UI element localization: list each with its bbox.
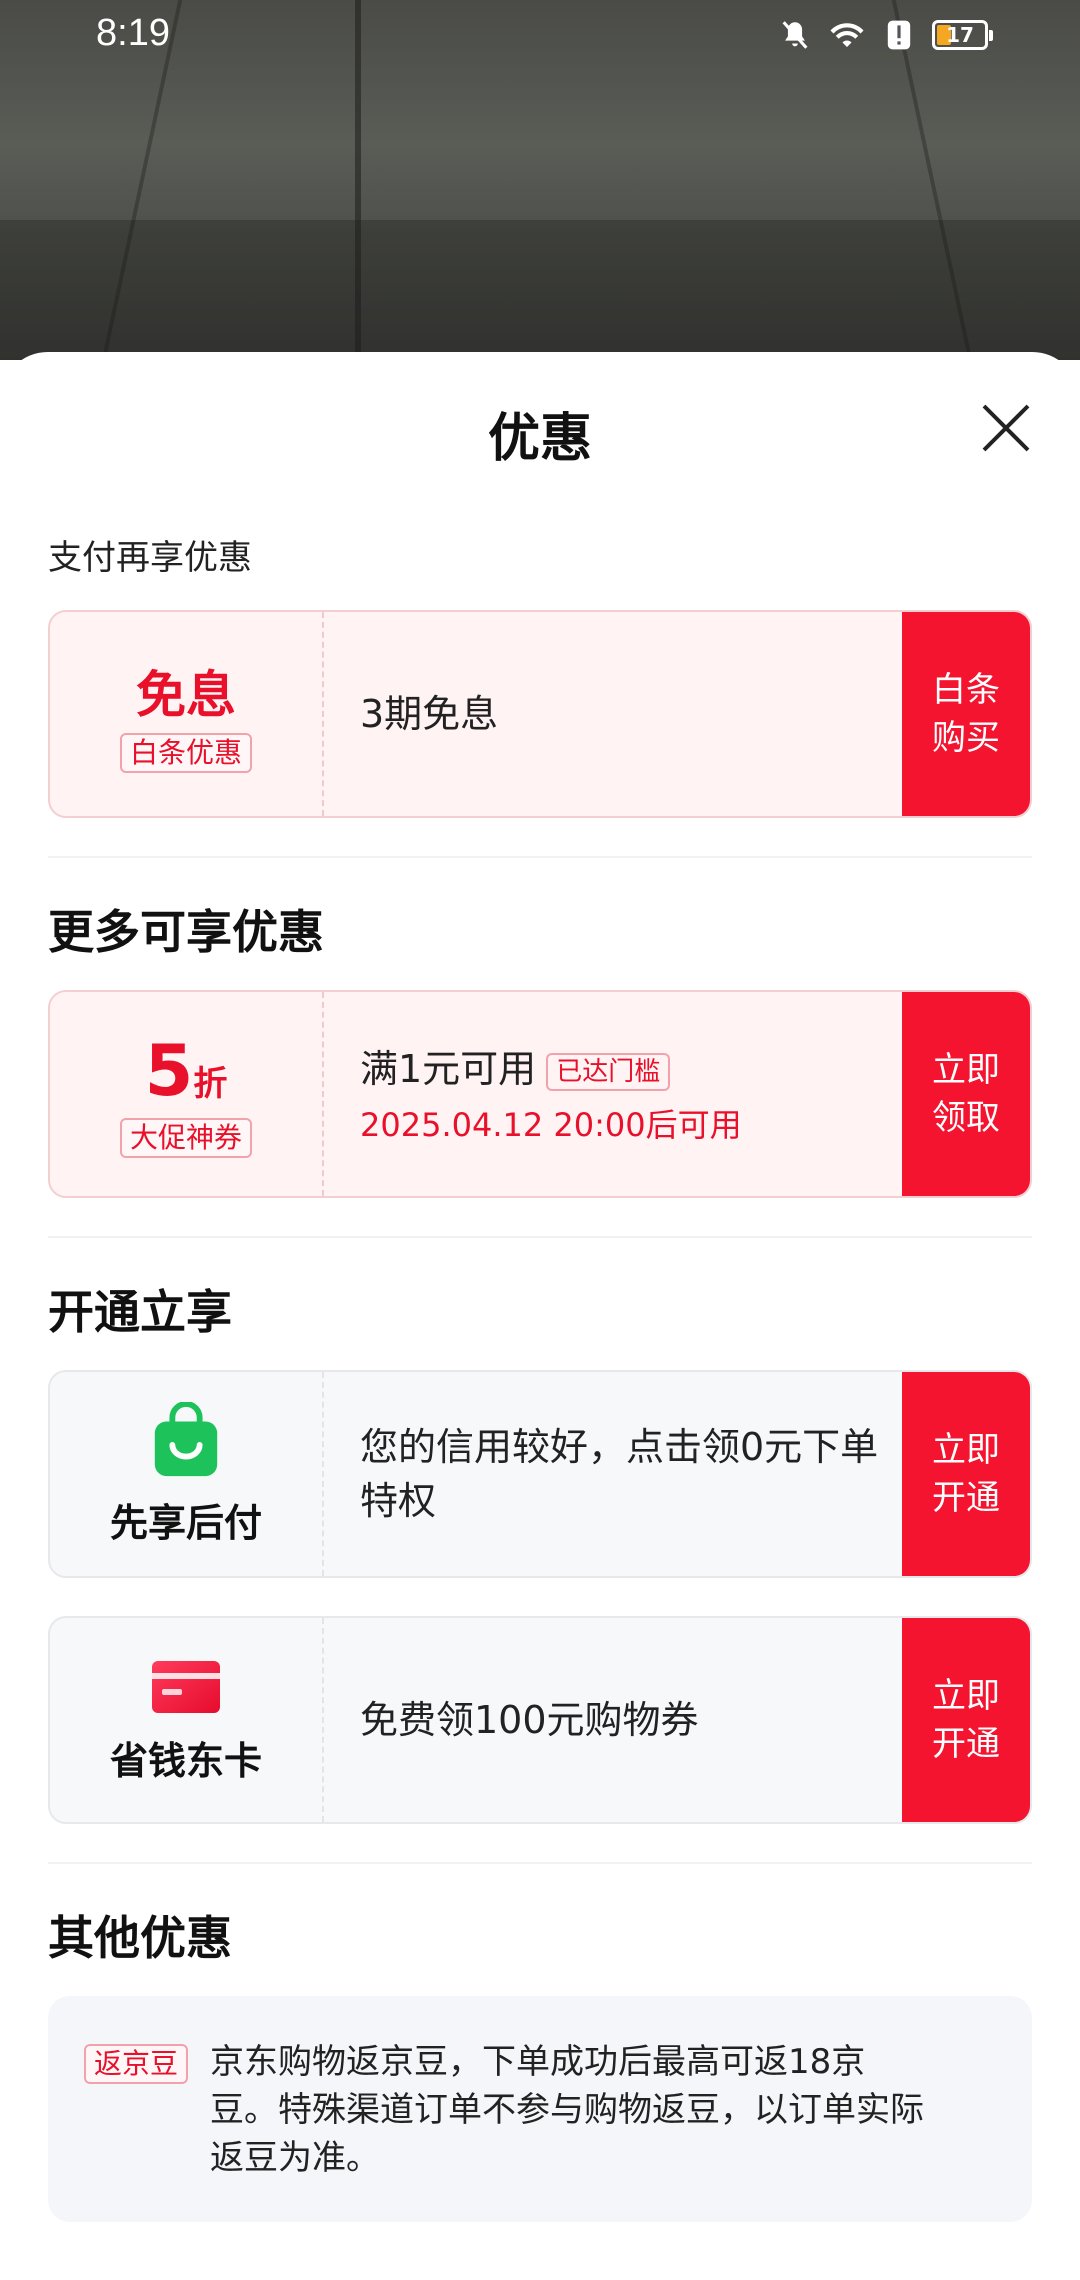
sheet-title: 优惠: [487, 409, 592, 469]
discount-number: 5: [144, 1030, 194, 1112]
button-line-2: 开通: [932, 1724, 1000, 1764]
claim-now-button[interactable]: 立即 领取: [902, 992, 1030, 1196]
discount-unit: 折: [193, 1064, 228, 1104]
close-icon: [982, 404, 1030, 452]
saving-card-card: 省钱东卡 免费领100元购物券 立即 开通: [48, 1616, 1032, 1824]
discount-value: 5折: [145, 1030, 228, 1112]
wifi-icon: [828, 18, 866, 52]
service-text: 您的信用较好，点击领0元下单特权: [360, 1425, 879, 1523]
pay-section-label: 支付再享优惠: [48, 538, 252, 578]
threshold-reached-tag: 已达门槛: [546, 1052, 671, 1091]
battery-icon: 17: [932, 20, 993, 50]
service-badge: 先享后付: [50, 1372, 324, 1576]
service-text: 免费领100元购物券: [360, 1698, 699, 1742]
jd-beans-info-box: 返京豆 京东购物返京豆，下单成功后最高可返18京豆。特殊渠道订单不参与购物返豆，…: [48, 1996, 1032, 2222]
pay-later-card: 先享后付 您的信用较好，点击领0元下单特权 立即 开通: [48, 1370, 1032, 1578]
coupon-condition-text: 满1元可用: [360, 1047, 537, 1091]
button-line-1: 立即: [932, 1430, 1000, 1470]
interest-free-card: 免息 白条优惠 3期免息 白条 购买: [48, 610, 1032, 818]
status-bar: 8:19 17: [0, 0, 1080, 72]
activate-pay-later-button[interactable]: 立即 开通: [902, 1372, 1030, 1576]
close-button[interactable]: [978, 400, 1034, 456]
alert-icon: [880, 18, 918, 52]
more-section-heading: 更多可享优惠: [48, 905, 324, 959]
badge-tag: 白条优惠: [119, 733, 252, 773]
coupon-tag: 大促神券: [119, 1118, 252, 1158]
coupon-time: 2025.04.12 20:00后可用: [360, 1106, 742, 1144]
button-line-2: 开通: [932, 1478, 1000, 1518]
activate-saving-card-button[interactable]: 立即 开通: [902, 1618, 1030, 1822]
open-section-heading: 开通立享: [48, 1285, 232, 1339]
card-text: 3期免息: [360, 692, 499, 736]
badge-title: 免息: [136, 666, 236, 724]
button-line-2: 购买: [932, 718, 1000, 758]
jd-beans-text: 京东购物返京豆，下单成功后最高可返18京豆。特殊渠道订单不参与购物返豆，以订单实…: [210, 2042, 924, 2178]
other-section-heading: 其他优惠: [48, 1911, 232, 1965]
jd-beans-tag: 返京豆: [84, 2044, 189, 2084]
promotions-sheet: 优惠 支付再享优惠 免息 白条优惠 3期免息 白条 购买 更多可享优惠 5折 大…: [0, 352, 1080, 2280]
divider: [48, 856, 1032, 858]
coupon-condition: 满1元可用 已达门槛: [360, 1042, 902, 1096]
service-name: 先享后付: [109, 1500, 262, 1545]
status-time: 8:19: [96, 12, 170, 54]
coupon-card: 5折 大促神券 满1元可用 已达门槛 2025.04.12 20:00后可用 立即…: [48, 990, 1032, 1198]
card-badge: 免息 白条优惠: [50, 612, 324, 816]
shopping-bag-icon: [154, 1401, 218, 1476]
battery-level: 17: [946, 23, 974, 47]
bell-muted-icon: [776, 18, 814, 52]
button-line-1: 立即: [932, 1676, 1000, 1716]
coupon-badge: 5折 大促神券: [50, 992, 324, 1196]
divider: [48, 1236, 1032, 1238]
service-badge: 省钱东卡: [50, 1618, 324, 1822]
button-line-2: 领取: [932, 1098, 1000, 1138]
button-line-1: 白条: [932, 670, 1000, 710]
divider: [48, 1862, 1032, 1864]
service-name: 省钱东卡: [109, 1738, 262, 1783]
button-line-1: 立即: [932, 1050, 1000, 1090]
card-icon: [152, 1660, 220, 1713]
baitiao-buy-button[interactable]: 白条 购买: [902, 612, 1030, 816]
